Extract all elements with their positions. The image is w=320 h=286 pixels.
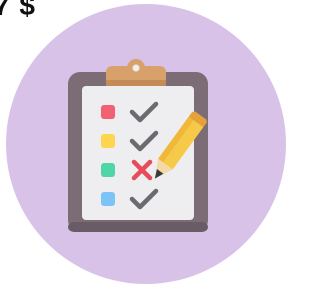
- checklist-marker: [101, 192, 115, 206]
- product-thumbnail[interactable]: 7 $: [0, 0, 286, 286]
- checklist-marker: [101, 105, 115, 119]
- price-label: 7 $: [0, 0, 36, 21]
- checklist-marker: [101, 134, 115, 148]
- checklist-marker: [101, 163, 115, 177]
- clipboard-checklist-icon: [68, 59, 208, 232]
